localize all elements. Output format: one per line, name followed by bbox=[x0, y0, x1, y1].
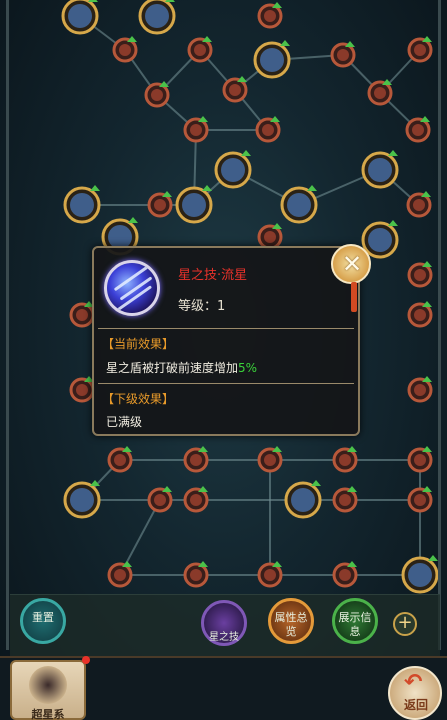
skill-node-minor[interactable] bbox=[367, 79, 393, 106]
skill-node-minor[interactable] bbox=[147, 191, 173, 218]
skill-node-minor[interactable] bbox=[407, 446, 433, 473]
star-system-label: 超星系 bbox=[31, 708, 65, 720]
skill-node-minor[interactable] bbox=[222, 76, 248, 103]
skill-node-minor[interactable] bbox=[407, 36, 433, 63]
skill-node-minor[interactable] bbox=[183, 561, 209, 588]
skill-node-minor[interactable] bbox=[183, 116, 209, 143]
skill-node-minor[interactable] bbox=[69, 301, 95, 328]
next-effect-header: 【下级效果】 bbox=[102, 392, 175, 406]
skill-tree-screen: 星之技·流星 等级：1 【当前效果】 星之盾被打破前速度增加5% 【下级效果】 … bbox=[0, 0, 447, 720]
return-label: 返回 bbox=[403, 698, 428, 712]
divider bbox=[98, 328, 354, 329]
skill-node-minor[interactable] bbox=[332, 446, 358, 473]
next-effect-text: 已满级 bbox=[106, 415, 143, 429]
skill-node-minor[interactable] bbox=[330, 41, 356, 68]
current-effect-percent: 5% bbox=[238, 361, 258, 375]
level-value: 1 bbox=[217, 299, 226, 314]
skill-node-minor[interactable] bbox=[332, 486, 358, 513]
skill-node-major[interactable] bbox=[63, 480, 101, 519]
skill-node-minor[interactable] bbox=[147, 486, 173, 513]
skill-level: 等级：1 bbox=[178, 295, 225, 314]
skill-node-major[interactable] bbox=[175, 185, 213, 224]
skill-node-minor[interactable] bbox=[332, 561, 358, 588]
skill-node-minor[interactable] bbox=[257, 446, 283, 473]
skill-node-minor[interactable] bbox=[407, 376, 433, 403]
skill-node-minor[interactable] bbox=[107, 561, 133, 588]
attribute-overview-button[interactable]: 属性总览 bbox=[268, 598, 314, 644]
skill-node-minor[interactable] bbox=[406, 191, 432, 218]
skill-node-major[interactable] bbox=[138, 0, 176, 35]
skill-node-minor[interactable] bbox=[407, 261, 433, 288]
divider bbox=[98, 383, 354, 384]
current-effect-header: 【当前效果】 bbox=[102, 337, 175, 351]
skill-node-minor[interactable] bbox=[407, 486, 433, 513]
skill-node-minor[interactable] bbox=[407, 301, 433, 328]
skill-node-minor[interactable] bbox=[183, 486, 209, 513]
notification-dot bbox=[82, 656, 90, 664]
skill-node-minor[interactable] bbox=[405, 116, 431, 143]
skill-node-minor[interactable] bbox=[107, 446, 133, 473]
current-effect-desc: 星之盾被打破前速度增加 bbox=[106, 361, 239, 375]
level-label: 等级： bbox=[178, 299, 218, 314]
close-popup-button[interactable]: ✕ bbox=[331, 244, 371, 284]
star-system-emblem-icon bbox=[29, 666, 67, 704]
star-system-button[interactable]: 超星系 bbox=[10, 660, 86, 720]
reset-button[interactable]: 重置 bbox=[20, 598, 66, 644]
skill-node-major[interactable] bbox=[401, 555, 439, 594]
skill-detail-popup: 星之技·流星 等级：1 【当前效果】 星之盾被打破前速度增加5% 【下级效果】 … bbox=[92, 246, 360, 436]
skill-node-minor[interactable] bbox=[187, 36, 213, 63]
return-arrow-icon: ↶ bbox=[404, 670, 423, 695]
skill-node-minor[interactable] bbox=[257, 223, 283, 250]
skill-node-major[interactable] bbox=[361, 150, 399, 189]
tassel-decoration bbox=[351, 282, 357, 312]
return-button[interactable]: ↶ 返回 bbox=[388, 666, 442, 720]
skill-node-major[interactable] bbox=[253, 40, 291, 79]
skill-node-major[interactable] bbox=[214, 150, 252, 189]
skill-node-major[interactable] bbox=[361, 220, 399, 259]
skill-node-minor[interactable] bbox=[183, 446, 209, 473]
close-icon: ✕ bbox=[342, 250, 363, 278]
skill-node-minor[interactable] bbox=[257, 561, 283, 588]
skill-node-minor[interactable] bbox=[112, 36, 138, 63]
add-button[interactable]: + bbox=[393, 612, 417, 636]
skill-node-major[interactable] bbox=[63, 185, 101, 224]
skill-node-major[interactable] bbox=[61, 0, 99, 35]
skill-node-major[interactable] bbox=[280, 185, 318, 224]
star-skill-button[interactable]: 星之技 bbox=[201, 600, 247, 646]
skill-node-minor[interactable] bbox=[69, 376, 95, 403]
show-info-button[interactable]: 展示信息 bbox=[332, 598, 378, 644]
current-effect-text: 星之盾被打破前速度增加5% bbox=[106, 359, 257, 376]
skill-node-minor[interactable] bbox=[257, 2, 283, 29]
meteor-skill-icon bbox=[104, 260, 160, 316]
skill-node-major[interactable] bbox=[284, 480, 322, 519]
skill-name: 星之技·流星 bbox=[178, 268, 248, 283]
